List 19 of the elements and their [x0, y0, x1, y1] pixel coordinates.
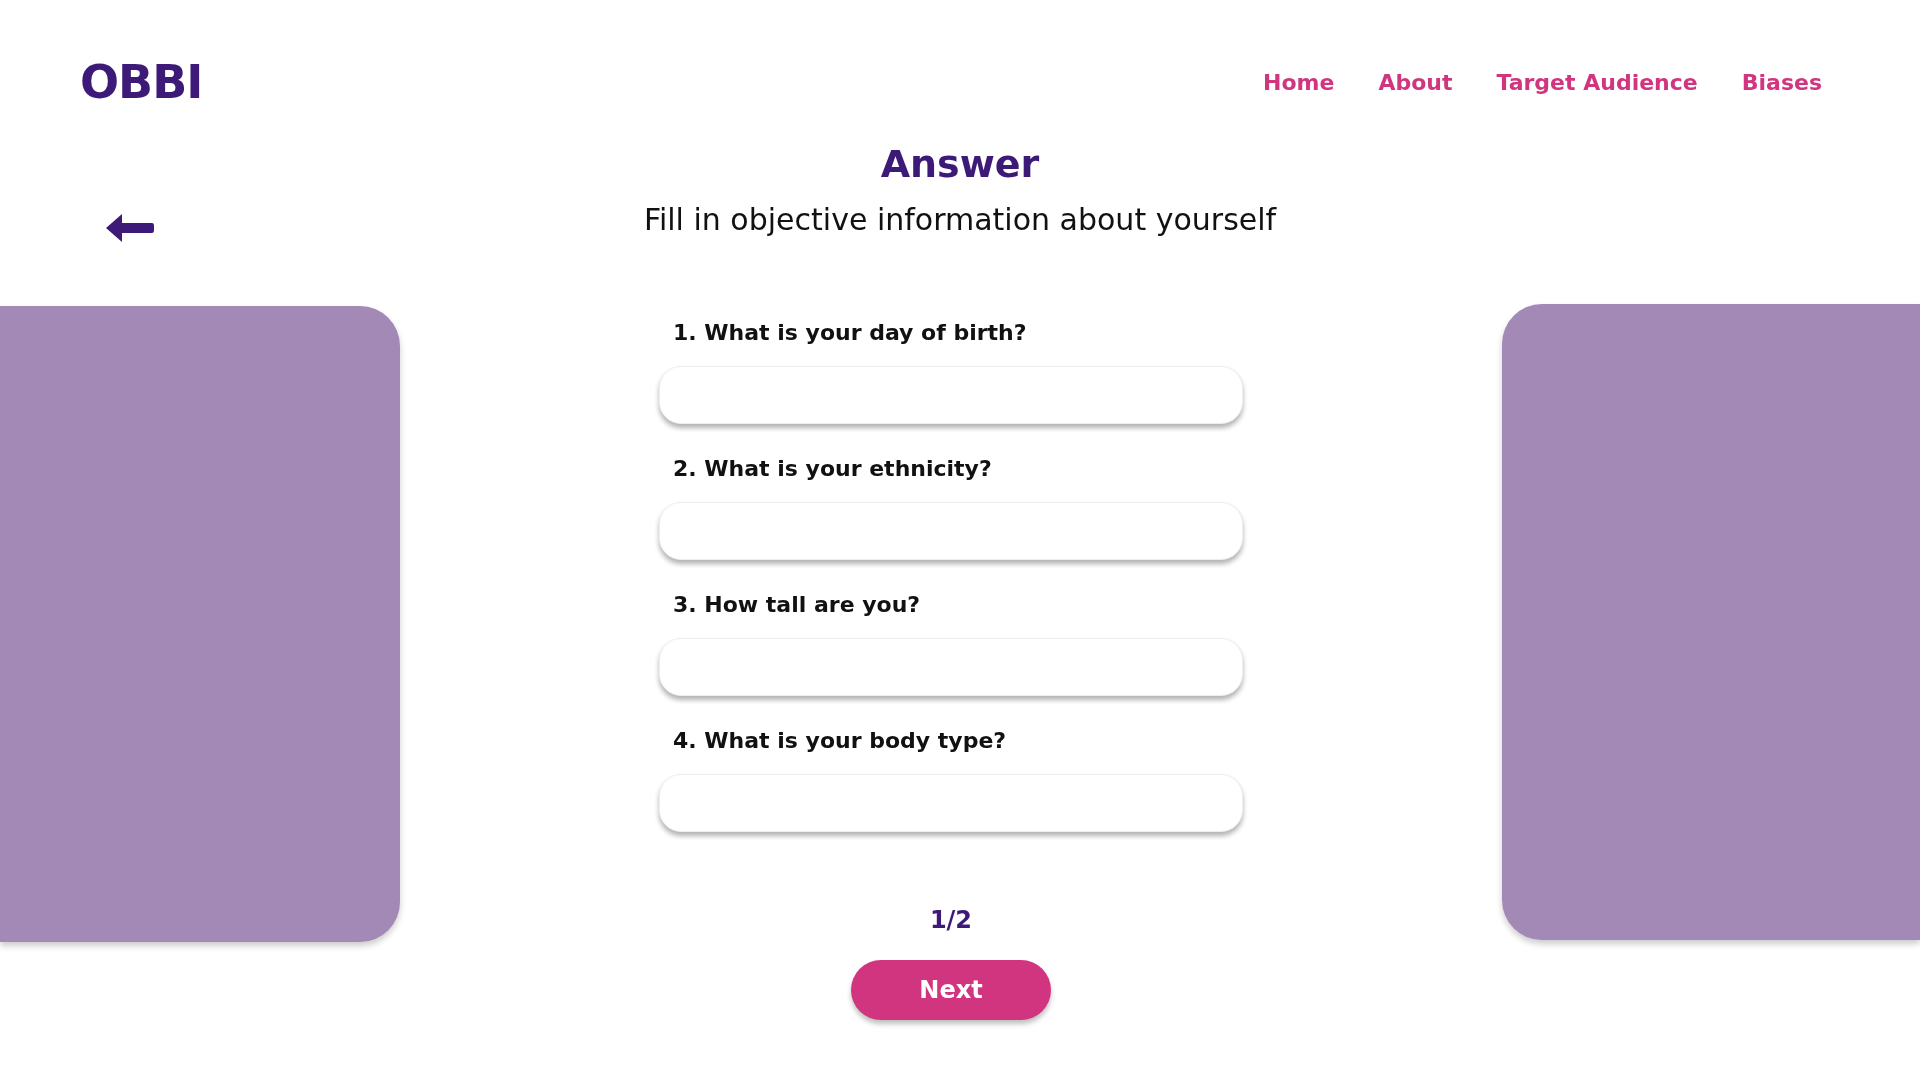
page-title: Answer: [879, 141, 1041, 188]
back-arrow-icon: [106, 214, 154, 242]
nav-link[interactable]: About: [1378, 69, 1453, 95]
logo: OBBI: [80, 55, 203, 109]
question-label: 4. What is your body type?: [672, 727, 1008, 755]
nav-link[interactable]: Target Audience: [1496, 69, 1698, 95]
answer-field[interactable]: [659, 638, 1243, 696]
question-label: 2. What is your ethnicity?: [672, 455, 993, 483]
question-label: 1. What is your day of birth?: [672, 319, 1028, 347]
nav-link[interactable]: Home: [1263, 69, 1335, 95]
answer-field[interactable]: [659, 366, 1243, 424]
answer-field[interactable]: [659, 774, 1243, 832]
answer-field[interactable]: [659, 502, 1243, 560]
page-subtitle: Fill in objective information about yourself: [643, 201, 1277, 239]
next-button[interactable]: Next: [851, 960, 1051, 1020]
nav-link[interactable]: Biases: [1741, 69, 1822, 95]
back-button[interactable]: [106, 214, 154, 242]
page-indicator: 1/2: [929, 906, 973, 934]
question-label: 3. How tall are you?: [672, 591, 922, 619]
